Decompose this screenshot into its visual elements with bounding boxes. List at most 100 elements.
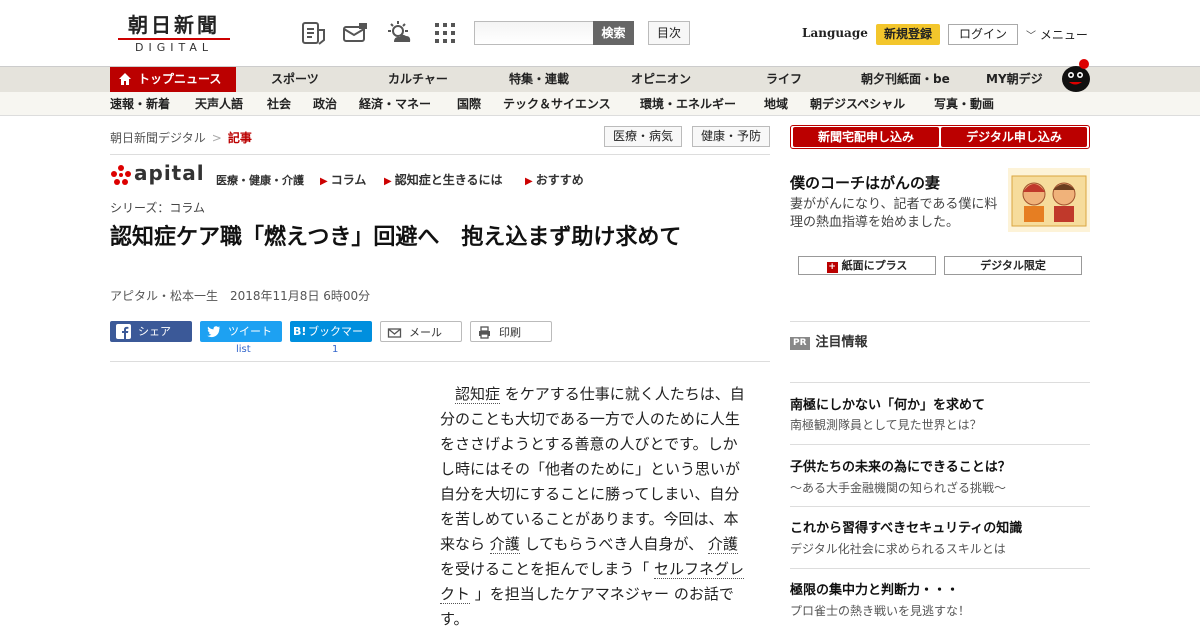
pr-item-subtitle[interactable]: プロ雀士の熱き戦いを見逃すな！ (790, 602, 970, 619)
breadcrumb-current: 記事 (227, 131, 252, 145)
nav2-international[interactable]: 国際 (457, 92, 481, 116)
envelope-icon (387, 328, 402, 338)
language-link[interactable]: Language (802, 26, 868, 40)
divider (790, 506, 1090, 507)
nav2-tensei[interactable]: 天声人語 (195, 92, 243, 116)
facebook-share-button[interactable]: シェア (110, 321, 192, 342)
nav-top-news-label: トップニュース (138, 72, 222, 86)
newspaper-icon[interactable] (300, 20, 326, 46)
login-button[interactable]: ログイン (948, 24, 1018, 45)
pr-item-subtitle[interactable]: 南極観測隊員として見た世界とは？ (790, 416, 982, 433)
pr-item-title[interactable]: これから習得すべきセキュリティの知識 (790, 517, 1022, 536)
triangle-icon: ▶ (384, 176, 392, 187)
tag-health[interactable]: 健康・予防 (692, 126, 770, 147)
mail-share-button[interactable]: メール (380, 321, 462, 342)
hatena-bookmark-label: ブックマーク (308, 325, 363, 359)
promo-illustration[interactable] (1008, 168, 1090, 232)
printer-icon (479, 326, 490, 339)
nav2-special[interactable]: 朝デジスペシャル (810, 92, 905, 116)
triangle-icon: ▶ (320, 176, 328, 187)
promo-title[interactable]: 僕のコーチはがんの妻 (790, 172, 940, 193)
article-body: 認知症 をケアする仕事に就く人たちは、自分のことも大切である一方で人のために人生… (440, 382, 750, 630)
apital-link-column[interactable]: ▶ コラム (320, 171, 366, 188)
signup-button[interactable]: 新規登録 (876, 24, 940, 45)
divider (790, 382, 1090, 383)
keyword-link[interactable]: 認知症 (455, 385, 501, 404)
divider (790, 321, 1090, 322)
apital-brand: apital (134, 161, 205, 185)
hatena-count[interactable]: 1 (332, 344, 338, 355)
divider (790, 568, 1090, 569)
nav2-tech[interactable]: テック＆サイエンス (503, 92, 611, 116)
article-series[interactable]: シリーズ：コラム (110, 199, 205, 216)
subscribe-paper-button[interactable]: 新聞宅配申し込み (793, 127, 939, 147)
mail-icon[interactable] (342, 20, 368, 46)
keyword-link[interactable]: 介護 (489, 535, 520, 554)
breadcrumb-home[interactable]: 朝日新聞デジタル (110, 131, 206, 145)
tag-medical[interactable]: 医療・病気 (604, 126, 682, 147)
hatena-bookmark-button[interactable]: B! ブックマーク (290, 321, 372, 359)
nav-features[interactable]: 特集・連載 (509, 67, 569, 92)
nav2-breaking[interactable]: 速報・新着 (110, 92, 170, 116)
body-text: してもらうべき人自身が、 (524, 535, 704, 553)
mail-share-label: メール (409, 326, 442, 339)
menu-label: メニュー (1039, 28, 1088, 42)
nav-life[interactable]: ライフ (766, 67, 802, 92)
nav-top-news[interactable]: トップニュース (110, 67, 236, 92)
site-header: 朝日新聞 DIGITAL 検索 目次 Language 新規登録 ログイン ﹀ … (0, 0, 1200, 66)
nav-culture[interactable]: カルチャー (388, 67, 448, 92)
nav2-region[interactable]: 地域 (764, 92, 788, 116)
body-text: 」を担当したケアマネジャー (474, 585, 670, 603)
nav2-environment[interactable]: 環境・エネルギー (640, 92, 736, 116)
subscribe-digital-button[interactable]: デジタル申し込み (941, 127, 1087, 147)
apital-dots-icon (111, 165, 131, 185)
facebook-icon (116, 324, 131, 339)
apital-tagline: 医療・健康・介護 (216, 174, 304, 187)
twitter-share-button[interactable]: ツイート (200, 321, 282, 342)
pr-item-subtitle[interactable]: ～ある大手金融機関の知られざる挑戦～ (790, 479, 1006, 496)
nav2-society[interactable]: 社会 (267, 92, 291, 116)
nav2-economy[interactable]: 経済・マネー (359, 92, 431, 116)
apital-link-label: コラム (330, 173, 367, 187)
weather-icon[interactable] (386, 20, 412, 46)
divider (110, 361, 770, 362)
apital-link-label: おすすめ (535, 173, 584, 187)
nav2-photo[interactable]: 写真・動画 (934, 92, 994, 116)
pr-item-subtitle[interactable]: デジタル化社会に求められるスキルとは (790, 540, 1006, 557)
apital-link-dementia[interactable]: ▶ 認知症と生きるには (384, 171, 502, 188)
grid-icon[interactable] (432, 20, 458, 46)
nav2-politics[interactable]: 政治 (313, 92, 337, 116)
promo-description: 妻ががんになり、記者である僕に料理の熱血指導を始めました。 (790, 197, 998, 230)
nav-my-asadigi[interactable]: MY朝デジ (986, 67, 1043, 92)
site-logo[interactable]: 朝日新聞 DIGITAL (118, 14, 230, 54)
print-button[interactable]: 印刷 (470, 321, 552, 342)
nav-papers[interactable]: 朝夕刊紙面・be (861, 67, 950, 92)
paper-plus-button[interactable]: + 紙面にプラス (798, 256, 936, 275)
body-text: を受けることを拒んでしまう「 (440, 560, 650, 578)
print-label: 印刷 (499, 326, 521, 339)
apital-link-recommend[interactable]: ▶ おすすめ (525, 171, 584, 188)
toc-button[interactable]: 目次 (648, 21, 690, 45)
triangle-icon: ▶ (525, 176, 533, 187)
menu-button[interactable]: ﹀ メニュー (1026, 26, 1088, 43)
logo-main-text: 朝日新聞 (128, 13, 220, 37)
pr-badge: PR (790, 337, 810, 350)
home-icon (119, 73, 131, 85)
nav-opinion[interactable]: オピニオン (631, 67, 691, 92)
nav-sports[interactable]: スポーツ (271, 67, 319, 92)
pr-section-header: PR 注目情報 (790, 331, 868, 350)
chevron-down-icon: ﹀ (1026, 31, 1036, 42)
search-input[interactable] (474, 21, 594, 45)
twitter-count[interactable]: list (236, 344, 251, 355)
keyword-link[interactable]: 介護 (707, 535, 738, 554)
logo-sub-text: DIGITAL (118, 38, 230, 54)
pr-item-title[interactable]: 子供たちの未来の為にできることは？ (790, 456, 1011, 475)
digital-only-button[interactable]: デジタル限定 (944, 256, 1082, 275)
pr-item-title[interactable]: 極限の集中力と判断力・・・ (790, 579, 959, 598)
body-text: をケアする仕事に就く人たちは、自分のことも大切である一方で人のために人生をささげ… (440, 385, 745, 553)
divider (790, 444, 1090, 445)
secondary-nav: 速報・新着 天声人語 社会 政治 経済・マネー 国際 テック＆サイエンス 環境・… (0, 92, 1200, 116)
pr-item-title[interactable]: 南極にしかない「何か」を求めて (790, 394, 985, 413)
pr-heading: 注目情報 (815, 335, 868, 350)
search-button[interactable]: 検索 (593, 21, 634, 45)
